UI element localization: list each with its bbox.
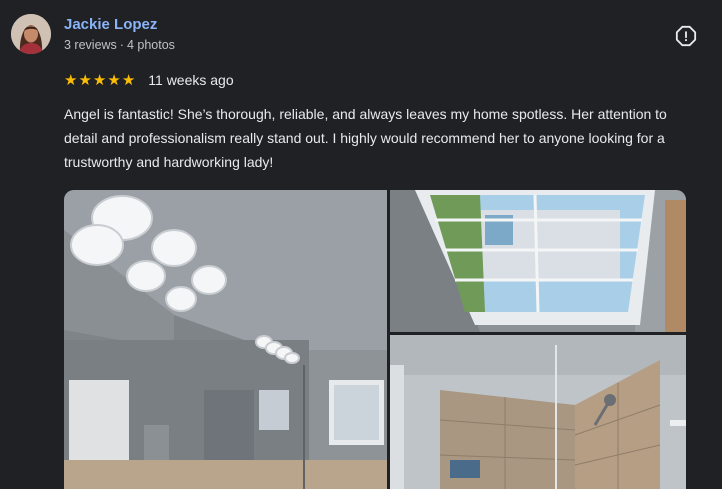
review-time: 11 weeks ago [148, 72, 234, 88]
review-card: Jackie Lopez 3 reviews · 4 photos ★ ★ ★ ★ ★ 11… [0, 0, 722, 489]
photo-shower[interactable] [390, 335, 686, 489]
bathroom-window-photo [390, 190, 686, 332]
author-meta: 3 reviews · 4 photos [64, 38, 175, 52]
photo-grid [64, 190, 722, 489]
star-icon: ★ [107, 71, 121, 89]
review-count: 3 reviews [64, 38, 117, 52]
author-name[interactable]: Jackie Lopez [64, 16, 157, 33]
bathroom-vanity-photo [64, 190, 387, 489]
photo-bathroom-window[interactable] [390, 190, 686, 332]
shower-photo [390, 335, 686, 489]
star-icon: ★ [92, 71, 107, 89]
photo-bathroom-vanity[interactable] [64, 190, 387, 489]
star-icon: ★ [64, 71, 78, 89]
review-text: Angel is fantastic! She’s thorough, reli… [64, 106, 667, 170]
avatar-image [11, 14, 51, 54]
star-icon: ★ [121, 71, 136, 89]
meta-separator: · [119, 38, 124, 52]
star-icon: ★ [78, 71, 92, 89]
rating-row: ★ ★ ★ ★ ★ 11 weeks ago [64, 71, 234, 89]
report-button[interactable] [674, 24, 698, 48]
avatar[interactable] [11, 14, 51, 54]
report-icon [675, 25, 697, 47]
star-rating: ★ ★ ★ ★ ★ [64, 73, 135, 88]
photo-count: 4 photos [126, 38, 175, 52]
